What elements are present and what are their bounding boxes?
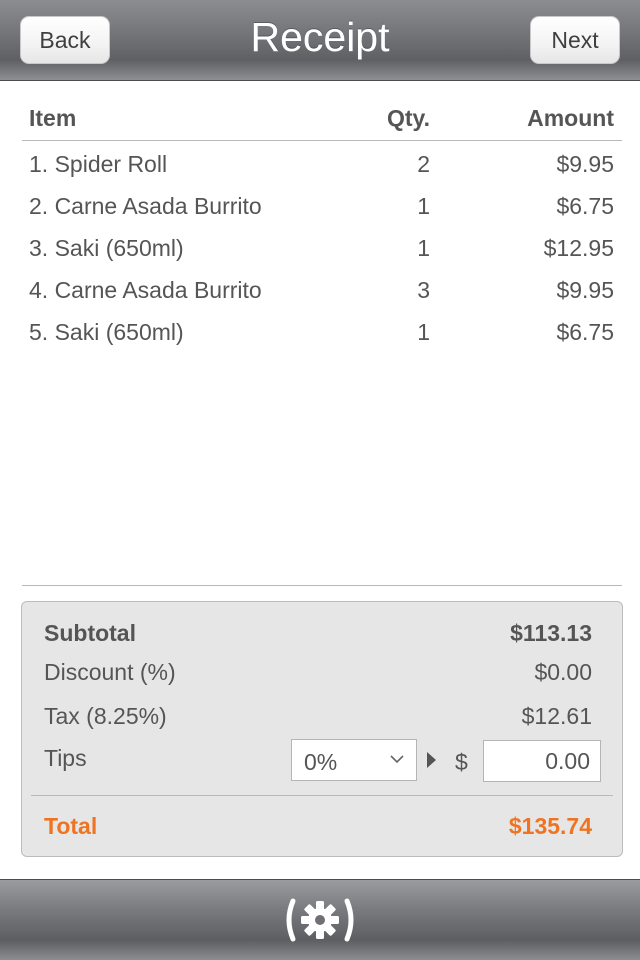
back-button[interactable]: Back	[20, 16, 110, 64]
subtotal-label: Subtotal	[44, 620, 136, 646]
discount-value: $0.00	[534, 659, 592, 685]
tips-currency-symbol: $	[455, 749, 468, 775]
bottom-toolbar	[0, 880, 640, 960]
tips-label: Tips	[44, 745, 87, 771]
gear-icon[interactable]	[282, 897, 358, 943]
row-qty: 1	[417, 193, 430, 219]
header-amount: Amount	[527, 105, 614, 131]
subtotal-value: $113.13	[510, 620, 592, 646]
row-qty: 1	[417, 319, 430, 345]
arrow-right-icon	[427, 752, 436, 768]
row-qty: 2	[417, 151, 430, 177]
receipt-items-table: Item Qty. Amount 1. Spider Roll 2 $9.95 …	[22, 100, 622, 351]
table-row[interactable]: 2. Carne Asada Burrito 1 $6.75	[22, 183, 622, 225]
chevron-down-icon	[390, 755, 404, 764]
table-header: Item Qty. Amount	[22, 100, 622, 141]
row-amount: $6.75	[556, 193, 614, 219]
row-amount: $9.95	[556, 277, 614, 303]
total-value: $135.74	[508, 813, 592, 839]
navigation-bar: Back Receipt Next	[0, 0, 640, 80]
items-divider	[22, 585, 622, 586]
page-title: Receipt	[250, 14, 390, 60]
row-item: 2. Carne Asada Burrito	[29, 193, 262, 219]
tips-percent-value: 0%	[304, 749, 338, 775]
table-row[interactable]: 5. Saki (650ml) 1 $6.75	[22, 309, 622, 351]
summary-divider	[31, 795, 613, 796]
row-amount: $6.75	[556, 319, 614, 345]
row-item: 4. Carne Asada Burrito	[29, 277, 262, 303]
discount-label: Discount (%)	[44, 659, 176, 685]
summary-panel: Subtotal $113.13 Discount (%) $0.00 Tax …	[21, 601, 623, 857]
total-label: Total	[44, 813, 98, 839]
header-qty: Qty.	[386, 105, 430, 131]
tax-label: Tax (8.25%)	[44, 703, 167, 729]
tax-value: $12.61	[521, 703, 592, 729]
row-item: 5. Saki (650ml)	[29, 319, 184, 345]
table-row[interactable]: 1. Spider Roll 2 $9.95	[22, 141, 622, 183]
tips-percent-select[interactable]: 0%	[291, 739, 417, 781]
tips-amount-input[interactable]	[483, 740, 601, 782]
row-item: 3. Saki (650ml)	[29, 235, 184, 261]
row-amount: $9.95	[556, 151, 614, 177]
table-row[interactable]: 3. Saki (650ml) 1 $12.95	[22, 225, 622, 267]
next-button[interactable]: Next	[530, 16, 620, 64]
row-qty: 3	[417, 277, 430, 303]
table-row[interactable]: 4. Carne Asada Burrito 3 $9.95	[22, 267, 622, 309]
row-amount: $12.95	[543, 235, 614, 261]
row-qty: 1	[417, 235, 430, 261]
row-item: 1. Spider Roll	[29, 151, 168, 177]
header-item: Item	[29, 105, 77, 131]
